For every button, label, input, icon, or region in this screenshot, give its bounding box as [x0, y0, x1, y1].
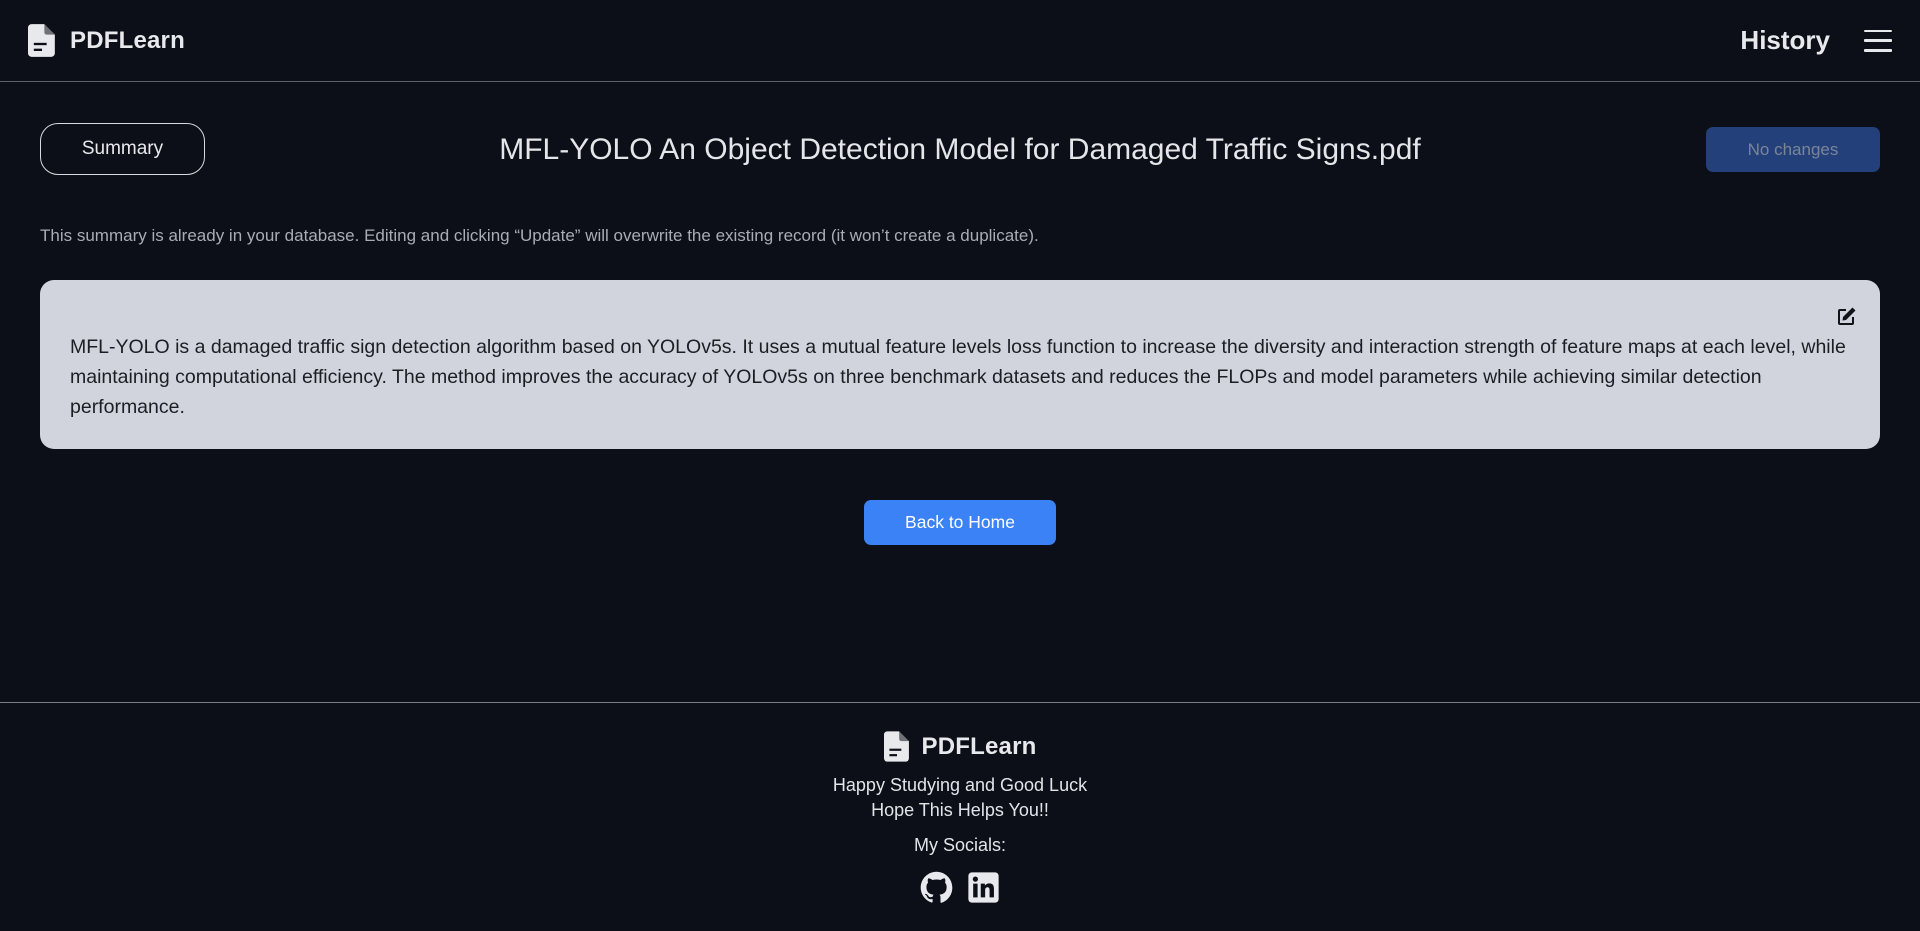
duplicate-notice: This summary is already in your database… [40, 226, 1039, 245]
brand-logo-link[interactable]: PDFLearn [28, 24, 185, 57]
footer: PDFLearn Happy Studying and Good Luck Ho… [0, 702, 1920, 931]
menu-icon[interactable] [1864, 29, 1892, 52]
brand-name: PDFLearn [70, 26, 185, 54]
footer-brand-name: PDFLearn [921, 732, 1037, 760]
back-to-home-button[interactable]: Back to Home [864, 500, 1056, 545]
save-changes-button[interactable]: No changes [1706, 127, 1880, 172]
summary-text[interactable]: MFL-YOLO is a damaged traffic sign detec… [70, 332, 1850, 422]
linkedin-icon[interactable] [967, 871, 1000, 904]
summary-card: MFL-YOLO is a damaged traffic sign detec… [40, 280, 1880, 449]
github-icon[interactable] [920, 871, 953, 904]
socials-label: My Socials: [913, 835, 1007, 855]
document-title: MFL-YOLO An Object Detection Model for D… [499, 133, 1421, 166]
summary-mode-button[interactable]: Summary [40, 123, 205, 175]
edit-icon[interactable] [1834, 305, 1858, 329]
history-link[interactable]: History [1740, 25, 1830, 56]
footer-tagline: Hope This Helps You!! [871, 800, 1049, 820]
file-icon [883, 731, 909, 762]
social-links [0, 871, 1920, 904]
footer-brand: PDFLearn [0, 731, 1920, 762]
top-navbar: PDFLearn History [0, 0, 1920, 82]
footer-tagline: Happy Studying and Good Luck [832, 775, 1088, 795]
file-icon [28, 24, 55, 57]
